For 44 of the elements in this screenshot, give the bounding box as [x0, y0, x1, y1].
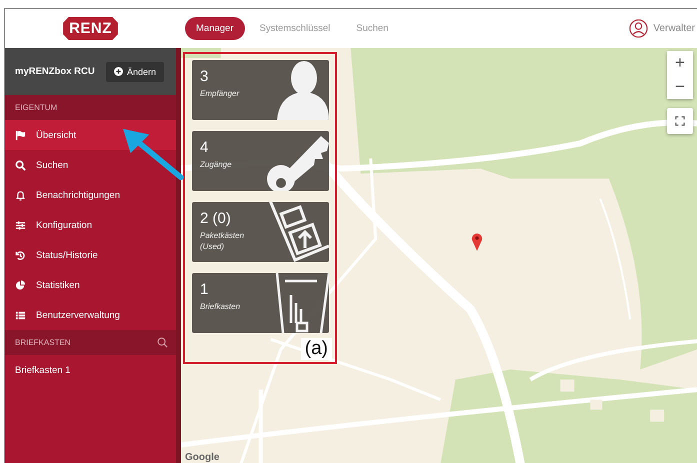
search-icon[interactable]: [157, 337, 168, 348]
tile-count: 4: [200, 139, 210, 156]
sidebar-item[interactable]: Status/Historie: [5, 240, 176, 270]
pie-icon: [15, 280, 26, 290]
zoom-out-button[interactable]: −: [667, 75, 693, 99]
tile-count: 3: [200, 68, 210, 85]
tile-label: Empfänger: [200, 88, 240, 99]
renz-logo[interactable]: RENZ: [63, 17, 118, 40]
device-name: myRENZbox RCU: [15, 66, 95, 77]
bell-icon: [15, 190, 26, 200]
map-logo[interactable]: Google: [185, 452, 220, 463]
annotation-label: (a): [300, 338, 332, 360]
sidebar-item[interactable]: Benutzerverwaltung: [5, 300, 176, 330]
plus-circle-icon: [114, 67, 123, 76]
tile-label: Briefkasten: [200, 301, 242, 312]
section-title: EIGENTUM: [15, 103, 58, 112]
summary-tile[interactable]: 3 Empfänger: [192, 60, 329, 120]
sidebar-item[interactable]: Benachrichtigungen: [5, 180, 176, 210]
nav-tab[interactable]: Manager: [185, 17, 244, 40]
change-button[interactable]: Ändern: [106, 62, 164, 82]
zoom-in-button[interactable]: +: [667, 51, 693, 75]
sidebar-item[interactable]: Konfiguration: [5, 210, 176, 240]
tile-label: Zugänge: [200, 159, 233, 170]
fullscreen-icon: [675, 116, 685, 126]
sidebar-item[interactable]: Suchen: [5, 150, 176, 180]
tile-count: 1: [200, 281, 210, 298]
flag-icon: [15, 130, 26, 140]
summary-tile[interactable]: 2 (0) Paketkästen (Used): [192, 202, 329, 262]
section-title: BRIEFKASTEN: [15, 338, 71, 347]
summary-tile[interactable]: 4 Zugänge: [192, 131, 329, 191]
search-icon: [15, 160, 26, 170]
user-icon[interactable]: [629, 19, 648, 38]
fullscreen-button[interactable]: [667, 108, 693, 134]
tile-count: 2 (0): [200, 210, 232, 227]
sliders-icon: [15, 220, 26, 230]
tile-label: Paketkästen (Used): [200, 230, 246, 252]
summary-tile[interactable]: 1 Briefkasten: [192, 273, 329, 333]
sidebar-item[interactable]: Briefkasten 1: [5, 355, 176, 385]
sidebar-item[interactable]: Übersicht: [5, 120, 176, 150]
sidebar-item[interactable]: Statistiken: [5, 270, 176, 300]
history-icon: [15, 250, 26, 260]
user-name[interactable]: Verwalter: [653, 23, 695, 34]
map-pin-icon[interactable]: [471, 232, 483, 251]
list-icon: [15, 310, 26, 320]
